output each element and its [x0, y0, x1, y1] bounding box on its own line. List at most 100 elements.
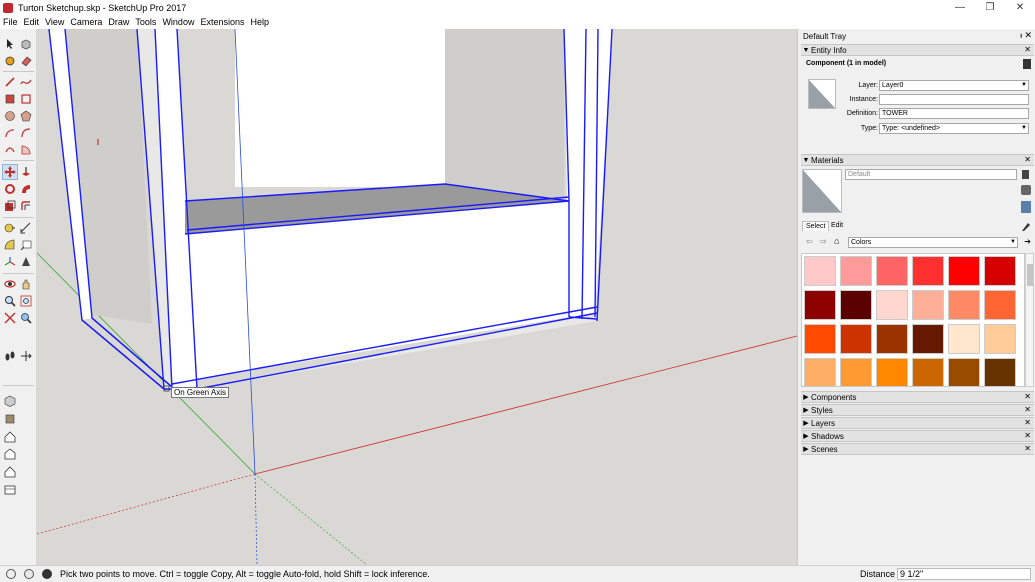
offset-tool-icon[interactable]	[19, 199, 33, 213]
follow-me-icon[interactable]	[19, 182, 33, 196]
zoom-window-icon[interactable]	[19, 294, 33, 308]
zoom-extents-icon[interactable]	[3, 311, 17, 325]
back-arrow-icon[interactable]: ⇦	[806, 237, 813, 246]
toggle-details-icon[interactable]	[1023, 59, 1031, 69]
styles-panel-header[interactable]: ▶ Styles ✕	[801, 404, 1034, 416]
material-swatch[interactable]	[804, 256, 836, 286]
default-material-icon[interactable]	[1021, 201, 1031, 213]
panel-close-icon[interactable]: ✕	[1024, 405, 1031, 414]
text-tool-icon[interactable]	[19, 238, 33, 252]
iso-view-icon[interactable]	[3, 394, 17, 408]
pin-icon[interactable]: ᵻ	[1020, 31, 1022, 40]
credits-icon[interactable]	[24, 569, 34, 579]
menu-tools[interactable]: Tools	[132, 17, 159, 27]
menu-file[interactable]: File	[0, 17, 21, 27]
panel-close-icon[interactable]: ✕	[1024, 45, 1031, 54]
material-swatch[interactable]	[804, 290, 836, 320]
panel-close-icon[interactable]: ✕	[1024, 444, 1031, 453]
material-swatch[interactable]	[948, 290, 980, 320]
zoom-tool-icon[interactable]	[3, 294, 17, 308]
entity-info-header[interactable]: ▼ Entity Info ✕	[801, 44, 1034, 56]
dimension-tool-icon[interactable]	[19, 221, 33, 235]
walk-tool-icon[interactable]	[3, 349, 17, 363]
menu-help[interactable]: Help	[247, 17, 272, 27]
protractor-icon[interactable]	[3, 238, 17, 252]
material-swatch[interactable]	[876, 358, 908, 386]
material-swatch[interactable]	[912, 358, 944, 386]
type-dropdown[interactable]: Type: <undefined> ▼	[879, 123, 1029, 134]
material-swatch[interactable]	[876, 324, 908, 354]
create-material-icon[interactable]	[1021, 185, 1031, 195]
position-camera-icon[interactable]	[19, 311, 33, 325]
push-pull-icon[interactable]	[19, 165, 33, 179]
model-viewport[interactable]: On Green Axis	[37, 29, 797, 565]
menu-camera[interactable]: Camera	[67, 17, 105, 27]
tab-select[interactable]: Select	[802, 221, 830, 231]
home-icon[interactable]: ⌂	[834, 236, 839, 246]
tray-close-icon[interactable]: ✕	[1024, 30, 1032, 41]
material-swatch[interactable]	[840, 256, 872, 286]
look-around-icon[interactable]	[19, 349, 33, 363]
two-point-arc-icon[interactable]	[19, 126, 33, 140]
measurements-box[interactable]: 9 1/2"	[897, 568, 1031, 580]
material-swatch[interactable]	[984, 324, 1016, 354]
left-view-icon[interactable]	[3, 482, 17, 496]
forward-arrow-icon[interactable]: ⇨	[820, 237, 827, 246]
arc-tool-icon[interactable]	[3, 126, 17, 140]
move-tool-icon[interactable]	[2, 164, 18, 180]
close-button[interactable]: ✕	[1005, 0, 1035, 15]
material-swatch[interactable]	[912, 256, 944, 286]
right-view-icon[interactable]	[3, 447, 17, 461]
scene-canvas[interactable]	[37, 29, 797, 565]
material-swatch[interactable]	[804, 358, 836, 386]
three-point-arc-icon[interactable]	[3, 143, 17, 157]
rectangle-tool-icon[interactable]	[3, 92, 17, 106]
circle-tool-icon[interactable]	[3, 109, 17, 123]
material-swatch[interactable]	[984, 256, 1016, 286]
select-tool-icon[interactable]	[3, 37, 17, 51]
scrollbar-thumb[interactable]	[1027, 264, 1033, 286]
material-swatch[interactable]	[984, 358, 1016, 386]
layer-dropdown[interactable]: Layer0 ▼	[879, 80, 1029, 91]
front-view-icon[interactable]	[3, 430, 17, 444]
definition-field[interactable]: TOWER	[879, 108, 1029, 119]
eraser-icon[interactable]	[19, 54, 33, 68]
scenes-panel-header[interactable]: ▶ Scenes ✕	[801, 443, 1034, 455]
freehand-tool-icon[interactable]	[19, 75, 33, 89]
material-name-field[interactable]: Default	[845, 169, 1017, 180]
menu-draw[interactable]: Draw	[105, 17, 132, 27]
geo-location-icon[interactable]	[6, 569, 16, 579]
menu-window[interactable]: Window	[159, 17, 197, 27]
material-swatch[interactable]	[804, 324, 836, 354]
user-account-icon[interactable]	[42, 569, 52, 579]
menu-edit[interactable]: Edit	[21, 17, 43, 27]
material-swatch[interactable]	[912, 290, 944, 320]
polygon-tool-icon[interactable]	[19, 109, 33, 123]
axes-tool-icon[interactable]	[3, 255, 17, 269]
panel-close-icon[interactable]: ✕	[1024, 431, 1031, 440]
tab-edit[interactable]: Edit	[828, 221, 846, 230]
components-panel-header[interactable]: ▶ Components ✕	[801, 391, 1034, 403]
menu-view[interactable]: View	[42, 17, 67, 27]
panel-close-icon[interactable]: ✕	[1024, 155, 1031, 164]
material-swatch[interactable]	[912, 324, 944, 354]
tape-measure-icon[interactable]	[3, 221, 17, 235]
material-swatch[interactable]	[948, 358, 980, 386]
maximize-button[interactable]: ❐	[975, 0, 1005, 15]
sample-paint-icon[interactable]	[1021, 221, 1031, 232]
swatch-scrollbar[interactable]	[1025, 253, 1034, 387]
display-secondary-icon[interactable]	[1022, 170, 1029, 179]
back-view-icon[interactable]	[3, 465, 17, 479]
library-dropdown[interactable]: Colors ▼	[848, 237, 1018, 248]
material-swatch[interactable]	[840, 290, 872, 320]
rotate-tool-icon[interactable]	[3, 182, 17, 196]
shadows-panel-header[interactable]: ▶ Shadows ✕	[801, 430, 1034, 442]
minimize-button[interactable]: —	[945, 0, 975, 15]
material-swatch[interactable]	[840, 324, 872, 354]
scale-tool-icon[interactable]	[3, 199, 17, 213]
line-tool-icon[interactable]	[3, 75, 17, 89]
paint-bucket-icon[interactable]	[3, 54, 17, 68]
material-swatch[interactable]	[948, 324, 980, 354]
layers-panel-header[interactable]: ▶ Layers ✕	[801, 417, 1034, 429]
material-swatch[interactable]	[984, 290, 1016, 320]
